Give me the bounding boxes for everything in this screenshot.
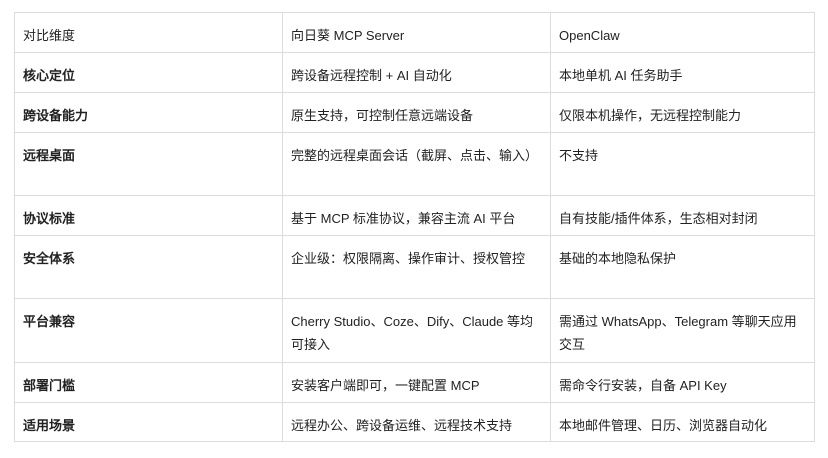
table-row: 平台兼容 Cherry Studio、Coze、Dify、Claude 等均可接入… bbox=[14, 298, 815, 363]
openclaw-cell: 基础的本地隐私保护 bbox=[550, 235, 815, 299]
sunlogin-cell: 原生支持，可控制任意远端设备 bbox=[282, 92, 551, 133]
openclaw-cell: 自有技能/插件体系，生态相对封闭 bbox=[550, 195, 815, 236]
dimension-cell: 远程桌面 bbox=[14, 132, 283, 196]
openclaw-cell: 需通过 WhatsApp、Telegram 等聊天应用交互 bbox=[550, 298, 815, 363]
table-row: 适用场景 远程办公、跨设备运维、远程技术支持 本地邮件管理、日历、浏览器自动化 bbox=[14, 402, 815, 442]
dimension-cell: 部署门槛 bbox=[14, 362, 283, 403]
sunlogin-cell: 安装客户端即可，一键配置 MCP bbox=[282, 362, 551, 403]
table-row: 协议标准 基于 MCP 标准协议，兼容主流 AI 平台 自有技能/插件体系，生态相对… bbox=[14, 195, 815, 236]
dimension-cell: 安全体系 bbox=[14, 235, 283, 299]
table-row: 部署门槛 安装客户端即可，一键配置 MCP 需命令行安装，自备 API Key bbox=[14, 362, 815, 403]
table-row: 跨设备能力 原生支持，可控制任意远端设备 仅限本机操作，无远程控制能力 bbox=[14, 92, 815, 133]
openclaw-cell: 需命令行安装，自备 API Key bbox=[550, 362, 815, 403]
sunlogin-cell: 远程办公、跨设备运维、远程技术支持 bbox=[282, 402, 551, 442]
sunlogin-cell: Cherry Studio、Coze、Dify、Claude 等均可接入 bbox=[282, 298, 551, 363]
table-row: 核心定位 跨设备远程控制 + AI 自动化 本地单机 AI 任务助手 bbox=[14, 52, 815, 93]
openclaw-cell: 不支持 bbox=[550, 132, 815, 196]
dimension-cell: 跨设备能力 bbox=[14, 92, 283, 133]
sunlogin-cell: 跨设备远程控制 + AI 自动化 bbox=[282, 52, 551, 93]
sunlogin-cell: 企业级：权限隔离、操作审计、授权管控 bbox=[282, 235, 551, 299]
header-cell-openclaw: OpenClaw bbox=[550, 12, 815, 53]
table-row: 安全体系 企业级：权限隔离、操作审计、授权管控 基础的本地隐私保护 bbox=[14, 235, 815, 299]
openclaw-cell: 仅限本机操作，无远程控制能力 bbox=[550, 92, 815, 133]
sunlogin-cell: 基于 MCP 标准协议，兼容主流 AI 平台 bbox=[282, 195, 551, 236]
table-row: 远程桌面 完整的远程桌面会话（截屏、点击、输入） 不支持 bbox=[14, 132, 815, 196]
dimension-cell: 平台兼容 bbox=[14, 298, 283, 363]
comparison-table: 对比维度 向日葵 MCP Server OpenClaw 核心定位 跨设备远程控制… bbox=[14, 12, 815, 442]
table-header-row: 对比维度 向日葵 MCP Server OpenClaw bbox=[14, 12, 815, 53]
dimension-cell: 协议标准 bbox=[14, 195, 283, 236]
dimension-cell: 适用场景 bbox=[14, 402, 283, 442]
dimension-cell: 核心定位 bbox=[14, 52, 283, 93]
openclaw-cell: 本地邮件管理、日历、浏览器自动化 bbox=[550, 402, 815, 442]
header-cell-sunlogin: 向日葵 MCP Server bbox=[282, 12, 551, 53]
openclaw-cell: 本地单机 AI 任务助手 bbox=[550, 52, 815, 93]
sunlogin-cell: 完整的远程桌面会话（截屏、点击、输入） bbox=[282, 132, 551, 196]
header-cell-dimension: 对比维度 bbox=[14, 12, 283, 53]
